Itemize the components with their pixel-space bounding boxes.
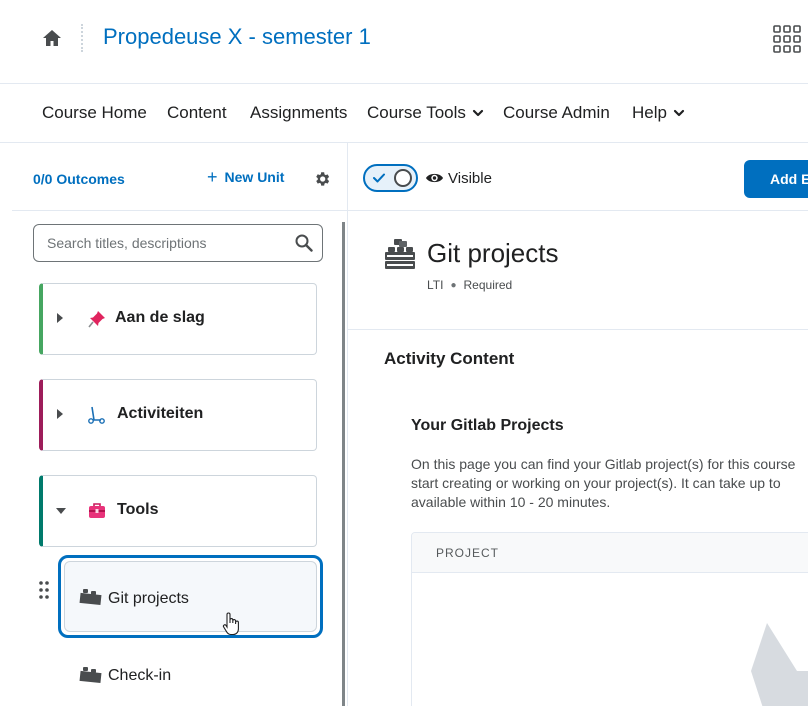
- nav-label: Help: [632, 103, 667, 122]
- search-input[interactable]: [33, 224, 323, 262]
- nav-course-home[interactable]: Course Home: [42, 103, 147, 123]
- nav-assignments[interactable]: Assignments: [250, 103, 347, 123]
- toolbar-divider: [348, 210, 808, 211]
- lego-icon: [79, 667, 102, 684]
- content-item-label: Git projects: [108, 590, 189, 607]
- caret-right-icon[interactable]: [55, 312, 65, 324]
- unit-label: Tools: [117, 501, 159, 518]
- nav-label: Course Home: [42, 103, 147, 122]
- new-unit-button[interactable]: + New Unit: [207, 167, 285, 187]
- activity-requirement: Required: [463, 278, 513, 292]
- description-line: available within 10 - 20 minutes.: [411, 494, 611, 510]
- sidebar-divider: [12, 210, 347, 211]
- pin-icon: [88, 311, 105, 328]
- activity-title: Git projects: [427, 238, 559, 268]
- description-line: On this page you can find your Gitlab pr…: [411, 456, 796, 472]
- unit-card-activiteiten[interactable]: Activiteiten: [39, 379, 317, 451]
- top-bar: Propedeuse X - semester 1: [0, 0, 808, 84]
- home-icon[interactable]: [40, 26, 64, 50]
- course-navbar: Course Home Content Assignments Course T…: [0, 84, 808, 143]
- lego-icon: [79, 589, 102, 606]
- add-existing-button[interactable]: Add Existing: [744, 160, 808, 198]
- lti-description: On this page you can find your Gitlab pr…: [411, 455, 808, 512]
- content-item-label: Check-in: [108, 667, 172, 684]
- nav-help[interactable]: Help: [632, 103, 685, 123]
- unit-card-aan-de-slag[interactable]: Aan de slag: [39, 283, 317, 355]
- nav-label: Assignments: [250, 103, 348, 122]
- content-item-inner: Git projects: [64, 561, 317, 632]
- header-divider: [81, 24, 83, 52]
- sidebar-header: 0/0 Outcomes + New Unit: [0, 143, 347, 211]
- nav-course-tools[interactable]: Course Tools: [367, 103, 484, 123]
- nav-content[interactable]: Content: [167, 103, 227, 123]
- projects-table: PROJECT: [411, 532, 808, 706]
- content-item-git-projects[interactable]: Git projects: [58, 555, 323, 638]
- content-item-check-in[interactable]: Check-in: [79, 660, 319, 696]
- caret-down-icon[interactable]: [55, 506, 67, 516]
- visibility-toggle[interactable]: [363, 164, 418, 192]
- hand-pointer-icon: [222, 612, 239, 636]
- section-title: Activity Content: [384, 349, 515, 368]
- separator-dot: ●: [450, 279, 457, 291]
- nav-label: Content: [167, 103, 227, 122]
- chevron-down-icon: [472, 109, 484, 117]
- lti-title: Your Gitlab Projects: [411, 417, 564, 434]
- sidebar-scrollbar[interactable]: [342, 222, 345, 706]
- eye-icon: [426, 173, 443, 183]
- unit-card-tools[interactable]: Tools: [39, 475, 317, 547]
- plus-icon: +: [207, 167, 218, 187]
- outcomes-link[interactable]: 0/0 Outcomes: [33, 171, 125, 187]
- lego-icon: [385, 239, 415, 269]
- description-line: start creating or working on your projec…: [411, 475, 781, 491]
- panel-divider: [347, 143, 348, 706]
- gitlab-logo-icon: [751, 623, 808, 706]
- section-divider: [348, 329, 808, 330]
- nav-label: Course Admin: [503, 103, 610, 122]
- toolbox-icon: [89, 503, 105, 518]
- caret-right-icon[interactable]: [55, 408, 65, 420]
- course-title[interactable]: Propedeuse X - semester 1: [103, 24, 371, 50]
- visibility-label: Visible: [448, 170, 492, 187]
- toggle-knob: [394, 169, 412, 187]
- nav-label: Course Tools: [367, 103, 466, 122]
- drag-handle-icon[interactable]: [38, 580, 50, 600]
- activity-meta: LTI ● Required: [427, 278, 512, 292]
- waffle-icon[interactable]: [773, 25, 801, 53]
- activity-type: LTI: [427, 278, 444, 292]
- check-icon: [373, 173, 385, 183]
- table-header-project: PROJECT: [412, 533, 808, 573]
- scooter-icon: [88, 406, 105, 424]
- gear-icon[interactable]: [313, 170, 331, 188]
- nav-course-admin[interactable]: Course Admin: [503, 103, 610, 123]
- chevron-down-icon: [673, 109, 685, 117]
- unit-label: Activiteiten: [117, 405, 204, 422]
- unit-label: Aan de slag: [115, 309, 205, 326]
- new-unit-label: New Unit: [224, 169, 285, 185]
- search-icon[interactable]: [295, 234, 313, 252]
